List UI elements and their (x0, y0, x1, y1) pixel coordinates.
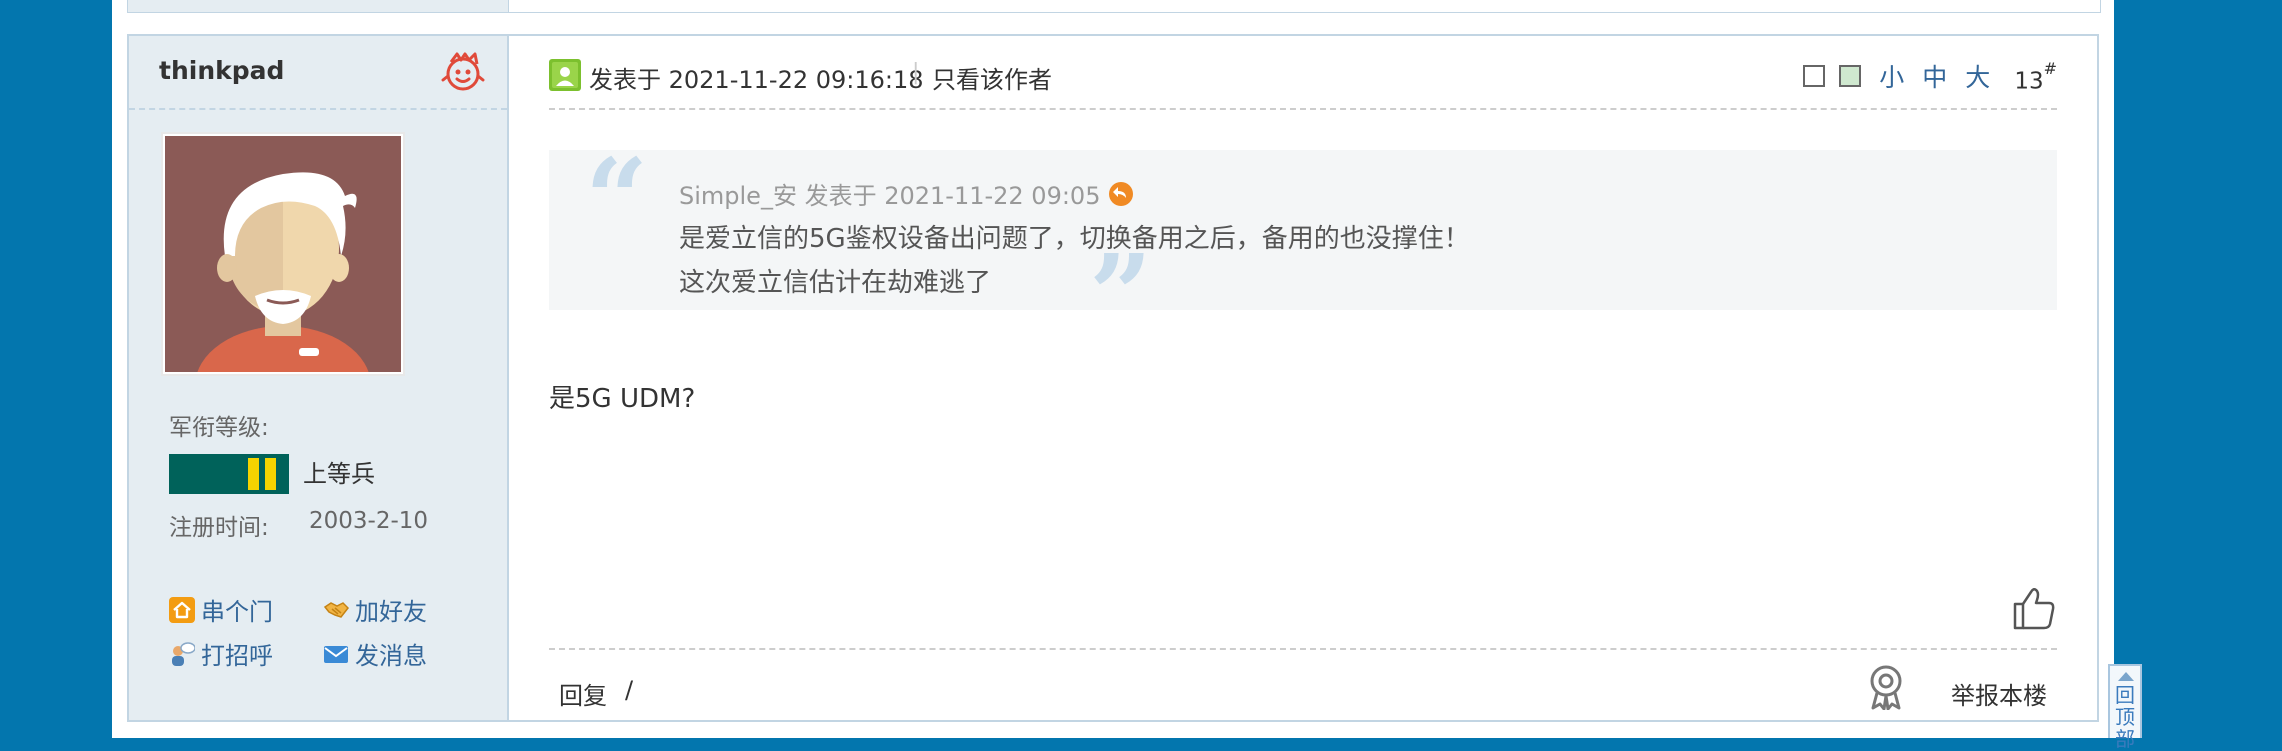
send-message-link[interactable]: 发消息 (323, 636, 427, 671)
quote-author-time: Simple_安 发表于 2021-11-22 09:05 (679, 182, 1101, 210)
post-footer: 回复 / 举报本楼 (549, 648, 2057, 724)
post-tools: 小 中 大 13# (1803, 58, 2057, 95)
author-sidebar: thinkpad 军衔等级: 上等兵 注册时间: 2003-2-10 串个门 加… (129, 36, 509, 720)
send-message-label: 发消息 (355, 642, 427, 670)
home-icon (169, 596, 195, 623)
author-avatar[interactable] (161, 132, 405, 376)
quote-line-2: 这次爱立信估计在劫难逃了 (679, 268, 992, 298)
quote-close-mark: ” (1089, 230, 1153, 359)
only-author-link[interactable]: 只看该作者 (932, 60, 1052, 95)
rank-name: 上等兵 (303, 460, 375, 488)
greet-label: 打招呼 (201, 642, 273, 670)
jump-to-quote-icon[interactable] (1108, 181, 1134, 207)
post-header: 发表于 2021-11-22 09:16:18 | 只看该作者 小 中 大 13… (549, 36, 2057, 110)
report-button[interactable]: 举报本楼 (1951, 676, 2047, 711)
bg-green-toggle[interactable] (1839, 65, 1862, 87)
floor-value: 13 (2014, 68, 2044, 95)
mail-icon (324, 645, 348, 663)
award-icon[interactable] (1865, 664, 1907, 710)
author-header: thinkpad (129, 36, 507, 110)
quote-block: “ ” Simple_安 发表于 2021-11-22 09:05 是爱立信的5… (549, 144, 2057, 350)
rank-stripe (265, 458, 276, 490)
back-to-top-label: 回顶部 (2115, 683, 2135, 751)
footer-separator: / (625, 676, 634, 704)
floor-number[interactable]: 13# (2014, 59, 2057, 95)
rank-insignia (169, 454, 289, 494)
bg-white-toggle[interactable] (1803, 65, 1826, 87)
post-main: 发表于 2021-11-22 09:16:18 | 只看该作者 小 中 大 13… (509, 36, 2097, 720)
greet-link[interactable]: 打招呼 (169, 636, 273, 671)
user-online-icon (549, 59, 581, 91)
register-date: 2003-2-10 (309, 508, 429, 534)
floor-mark: # (2043, 59, 2057, 79)
quote-line-1: 是爱立信的5G鉴权设备出问题了，切换备用之后，备用的也没撑住！ (679, 224, 1470, 254)
add-friend-label: 加好友 (355, 598, 427, 626)
register-label: 注册时间: (169, 515, 269, 541)
author-username[interactable]: thinkpad (159, 56, 284, 85)
quote-meta: Simple_安 发表于 2021-11-22 09:05 (679, 176, 1134, 211)
quote-open-mark: “ (585, 134, 649, 263)
add-friend-link[interactable]: 加好友 (323, 592, 427, 627)
font-large-button[interactable]: 大 (1965, 58, 1990, 94)
post-time: 发表于 2021-11-22 09:16:18 (589, 66, 924, 94)
previous-post-sidebar-edge (128, 0, 509, 12)
rank-stripe (248, 458, 259, 490)
thumbs-up-icon[interactable] (2009, 584, 2057, 632)
back-to-top-button[interactable]: 回顶部 (2108, 664, 2142, 750)
reply-button[interactable]: 回复 (559, 676, 607, 711)
separator: | (912, 60, 920, 85)
font-medium-button[interactable]: 中 (1922, 58, 1947, 94)
rank-label: 军衔等级: (169, 415, 269, 441)
post-content: 是5G UDM? (549, 384, 696, 414)
avatar-illustration (165, 136, 401, 372)
handshake-icon (323, 601, 349, 618)
online-status-icon (441, 52, 485, 91)
page: thinkpad 军衔等级: 上等兵 注册时间: 2003-2-10 串个门 加… (112, 0, 2114, 738)
up-arrow-icon (2118, 672, 2134, 681)
font-small-button[interactable]: 小 (1879, 58, 1904, 94)
visit-space-link[interactable]: 串个门 (169, 592, 273, 627)
forum-post: thinkpad 军衔等级: 上等兵 注册时间: 2003-2-10 串个门 加… (127, 34, 2099, 722)
previous-post-edge (127, 0, 2101, 13)
greet-icon (172, 641, 195, 666)
visit-space-label: 串个门 (201, 598, 273, 626)
